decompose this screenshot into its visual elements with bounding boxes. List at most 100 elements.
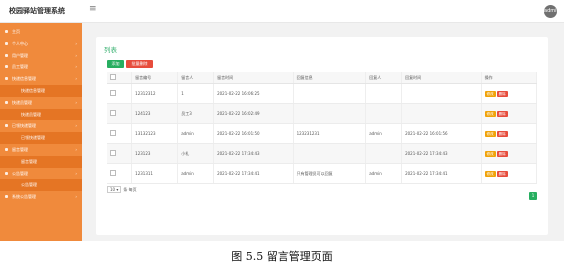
menu-icon — [5, 147, 8, 151]
row-select-cell — [107, 103, 133, 124]
add-button[interactable]: 添加 — [107, 60, 124, 68]
sidebar-item[interactable]: 个人中心 › — [0, 38, 82, 50]
table-cell — [293, 103, 367, 124]
table-cell: 123123 — [131, 143, 179, 164]
figure-caption: 图 5.5 留言管理页面 — [231, 250, 333, 263]
chevron-icon: › — [75, 146, 77, 152]
table-cell — [293, 83, 367, 104]
menu-icon — [5, 195, 8, 199]
table-cell: admin — [365, 163, 403, 184]
chevron-icon: › — [75, 194, 77, 200]
menu-icon — [5, 53, 8, 57]
table-cell — [365, 143, 403, 164]
sidebar-item[interactable]: 快递员管理 › — [0, 97, 82, 109]
row-checkbox[interactable] — [110, 130, 116, 136]
chevron-icon: › — [75, 99, 77, 105]
edit-button[interactable]: 修改 — [484, 110, 496, 117]
row-select-cell — [107, 163, 133, 184]
row-actions: 修改 删除 — [481, 143, 538, 164]
table-cell: 只有管理员可以回复 — [293, 163, 367, 184]
column-header: 操作 — [481, 72, 538, 84]
row-actions: 修改 删除 — [481, 83, 538, 104]
row-select-cell — [107, 83, 133, 104]
table-cell — [293, 143, 367, 164]
table-cell: 12312312 — [131, 83, 179, 104]
table-cell: 2021-02-22 16:02:49 — [213, 103, 294, 124]
avatar[interactable]: admin — [544, 5, 560, 18]
row-checkbox[interactable] — [110, 170, 116, 176]
sidebar-item-label: 快递信息管理 — [12, 76, 36, 82]
table-cell — [401, 103, 482, 124]
hamburger-icon[interactable]: ≡ — [89, 4, 97, 14]
sidebar-item-label: 个人中心 — [12, 40, 28, 46]
table-cell: 2021-02-22 17:34:43 — [213, 143, 294, 164]
sidebar-item-label: 员工管理 — [12, 64, 28, 70]
sidebar-item-label: 公告管理 — [12, 170, 28, 176]
column-header: 留言编号 — [131, 72, 179, 84]
sidebar-item-label: 留言管理 — [21, 158, 37, 164]
sidebar-item[interactable]: 用户管理 › — [0, 50, 82, 62]
table-cell — [365, 83, 403, 104]
sidebar-subitem[interactable]: 已领快递管理 — [0, 132, 82, 144]
top-bar: 校园驿站管理系统 ≡ admin — [0, 0, 564, 23]
table-cell: 2021-02-22 17:34:41 — [401, 163, 482, 184]
batch-delete-button[interactable]: 批量删除 — [126, 60, 153, 68]
edit-button[interactable]: 修改 — [484, 130, 496, 137]
select-all-header[interactable] — [107, 72, 133, 84]
row-select-cell — [107, 123, 133, 144]
table-cell: 13132123 — [131, 123, 179, 144]
column-header: 留言人 — [177, 72, 215, 84]
sidebar-subitem[interactable]: 快递信息管理 — [0, 84, 82, 97]
table-cell: 124123 — [131, 103, 179, 124]
sidebar-item[interactable]: 快递信息管理 › — [0, 73, 82, 85]
page-title: 列表 — [104, 46, 117, 54]
sidebar-item[interactable]: 公告管理 › — [0, 168, 82, 180]
menu-icon — [5, 30, 8, 33]
sidebar-subitem[interactable]: 快递员管理 — [0, 108, 82, 121]
sidebar-item[interactable]: 主页 — [0, 26, 82, 38]
sidebar-item-label: 快递信息管理 — [21, 87, 45, 93]
page-size-control: 10 ▾ 条 每页 — [107, 186, 137, 193]
chevron-icon: › — [75, 52, 77, 58]
table-row: 12312312 1 2021-02-22 16:06:25 修改 删除 — [107, 83, 538, 104]
sidebar-item[interactable]: 已领快递管理 › — [0, 120, 82, 132]
delete-button[interactable]: 删除 — [496, 150, 508, 157]
sidebar-item-label: 快递员管理 — [12, 99, 32, 105]
row-checkbox[interactable] — [110, 110, 116, 116]
sidebar-subitem[interactable]: 留言管理 — [0, 155, 82, 168]
chevron-icon: › — [75, 40, 77, 46]
table-cell: 2021-02-22 16:01:50 — [213, 123, 294, 144]
select-all-checkbox[interactable] — [110, 74, 116, 80]
sidebar-item-label: 快递员管理 — [21, 111, 41, 117]
chevron-icon: › — [75, 64, 77, 70]
edit-button[interactable]: 修改 — [484, 150, 496, 157]
delete-button[interactable]: 删除 — [496, 110, 508, 117]
delete-button[interactable]: 删除 — [496, 90, 508, 97]
delete-button[interactable]: 删除 — [496, 170, 508, 177]
page-size-select[interactable]: 10 ▾ — [107, 186, 122, 193]
menu-icon — [5, 171, 8, 175]
table-cell: admin — [365, 123, 403, 144]
sidebar-item[interactable]: 员工管理 › — [0, 61, 82, 73]
menu-icon — [5, 65, 8, 69]
sidebar-subitem[interactable]: 公告管理 — [0, 179, 82, 192]
row-checkbox[interactable] — [110, 90, 116, 96]
table-cell: 2021-02-22 17:34:41 — [213, 163, 294, 184]
table-cell: 123231231 — [293, 123, 367, 144]
chevron-icon: › — [75, 76, 77, 82]
table-cell: 2021-02-22 17:34:43 — [401, 143, 482, 164]
sidebar-item-label: 已领快递管理 — [21, 135, 45, 141]
table-cell: 2021-02-22 16:06:25 — [213, 83, 294, 104]
page-button-current[interactable]: 1 — [529, 192, 537, 200]
sidebar-item[interactable]: 系统公告管理 › — [0, 191, 82, 203]
row-select-cell — [107, 143, 133, 164]
table-cell: 小礼 — [177, 143, 215, 164]
sidebar-item-label: 已领快递管理 — [12, 123, 36, 129]
delete-button[interactable]: 删除 — [496, 130, 508, 137]
row-checkbox[interactable] — [110, 150, 116, 156]
table-cell: 1231311 — [131, 163, 179, 184]
edit-button[interactable]: 修改 — [484, 170, 496, 177]
sidebar-item[interactable]: 留言管理 › — [0, 144, 82, 156]
edit-button[interactable]: 修改 — [484, 90, 496, 97]
table-cell: admin — [177, 123, 215, 144]
